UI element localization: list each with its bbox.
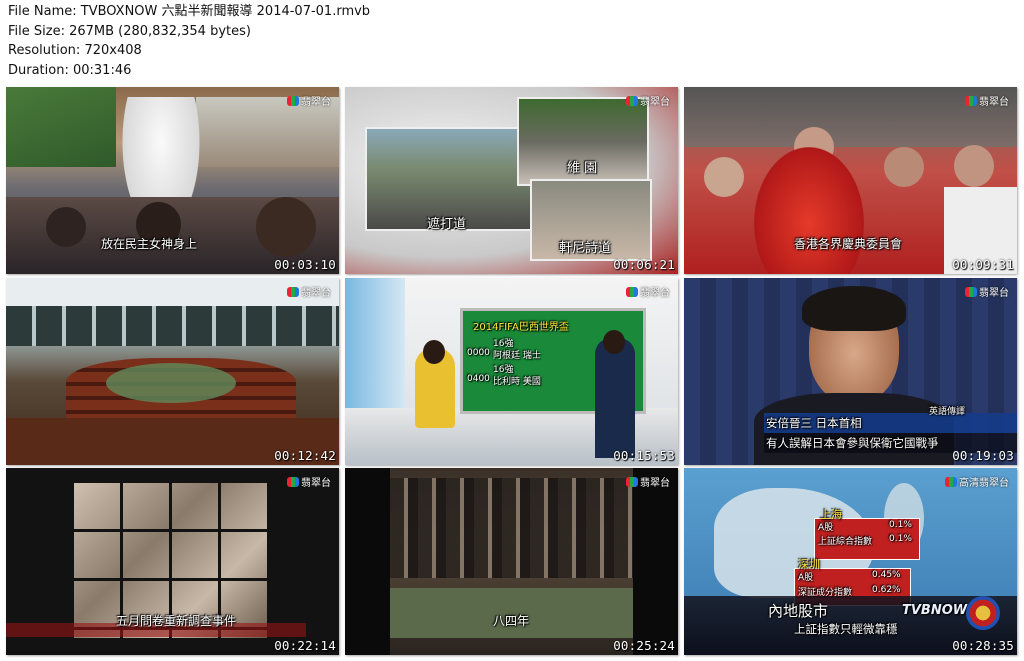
watermark: TVBNOW bbox=[902, 603, 968, 618]
timestamp: 00:12:42 bbox=[274, 448, 336, 463]
screen-title: 2014FIFA巴西世界盃 bbox=[473, 322, 569, 333]
tvb-logo-icon bbox=[945, 476, 957, 487]
screen-row: 阿根廷 瑞士 bbox=[493, 351, 541, 361]
thumbnail-5[interactable]: 2014FIFA巴西世界盃 16強 0000 阿根廷 瑞士 16強 0400 比… bbox=[345, 278, 678, 465]
channel-logo: 翡翠台 bbox=[626, 284, 670, 299]
tvb-logo-icon bbox=[626, 286, 638, 297]
watermark-logo-icon bbox=[966, 596, 1000, 630]
thumbnail-3[interactable]: 翡翠台 香港各界慶典委員會 00:09:31 bbox=[684, 87, 1017, 274]
thumbnail-grid: 翡翠台 放在民主女神身上 00:03:10 翡翠台 維 園 遮打道 軒尼詩道 0… bbox=[0, 0, 1024, 661]
channel-logo: 翡翠台 bbox=[965, 284, 1009, 299]
location-label: 維 園 bbox=[567, 161, 598, 176]
timestamp: 00:22:14 bbox=[274, 638, 336, 653]
tvb-logo-icon bbox=[287, 476, 299, 487]
thumbnail-9[interactable]: 高清翡翠台 上海 A股 0.1% 上証綜合指數 0.1% 深圳 A股 0.45%… bbox=[684, 468, 1017, 655]
market-label: 深証成分指數 bbox=[798, 588, 853, 598]
thumbnail-4[interactable]: 翡翠台 00:12:42 bbox=[6, 278, 339, 465]
name-bar: 安倍晉三 日本首相 bbox=[766, 416, 862, 430]
screen-row: 比利時 美國 bbox=[493, 377, 541, 387]
thumbnail-image bbox=[345, 87, 678, 274]
thumbnail-6[interactable]: 翡翠台 英語傳譯 安倍晉三 日本首相 有人誤解日本會參與保衛它國戰爭 00:19… bbox=[684, 278, 1017, 465]
subtitle: 五月問卷重新調查事件 bbox=[116, 614, 237, 628]
channel-logo: 翡翠台 bbox=[287, 284, 331, 299]
market-value: 0.45% bbox=[872, 570, 901, 580]
channel-logo: 翡翠台 bbox=[287, 93, 331, 108]
thumbnail-7[interactable]: 翡翠台 五月問卷重新調查事件 00:22:14 bbox=[6, 468, 339, 655]
channel-logo: 翡翠台 bbox=[626, 474, 670, 489]
market-value: 0.1% bbox=[889, 520, 912, 530]
tvb-logo-icon bbox=[626, 95, 638, 106]
subtitle: 八四年 bbox=[493, 614, 530, 628]
timestamp: 00:15:53 bbox=[613, 448, 675, 463]
subtitle: 有人誤解日本會參與保衛它國戰爭 bbox=[766, 436, 939, 450]
tvb-logo-icon bbox=[965, 95, 977, 106]
location-label: 軒尼詩道 bbox=[559, 241, 612, 256]
channel-logo: 高清翡翠台 bbox=[945, 474, 1009, 489]
channel-logo: 翡翠台 bbox=[287, 474, 331, 489]
timestamp: 00:28:35 bbox=[952, 638, 1014, 653]
market-label: A股 bbox=[818, 523, 834, 533]
channel-logo: 翡翠台 bbox=[965, 93, 1009, 108]
timestamp: 00:19:03 bbox=[952, 448, 1014, 463]
timestamp: 00:03:10 bbox=[274, 257, 336, 272]
subtitle: 香港各界慶典委員會 bbox=[794, 237, 903, 251]
tvb-logo-icon bbox=[626, 476, 638, 487]
market-label: 上証綜合指數 bbox=[818, 537, 873, 547]
tvb-logo-icon bbox=[287, 95, 299, 106]
segment-title: 內地股市 bbox=[768, 602, 829, 620]
timestamp: 00:25:24 bbox=[613, 638, 675, 653]
subtitle: 上証指數只輕微靠穩 bbox=[794, 622, 898, 636]
interpretation-tag: 英語傳譯 bbox=[929, 407, 966, 417]
thumbnail-8[interactable]: 翡翠台 八四年 00:25:24 bbox=[345, 468, 678, 655]
market-value: 0.1% bbox=[889, 534, 912, 544]
timestamp: 00:09:31 bbox=[952, 257, 1014, 272]
thumbnail-1[interactable]: 翡翠台 放在民主女神身上 00:03:10 bbox=[6, 87, 339, 274]
screen-time: 0000 bbox=[467, 348, 490, 358]
screen-time: 0400 bbox=[467, 374, 490, 384]
channel-logo: 翡翠台 bbox=[626, 93, 670, 108]
thumbnail-2[interactable]: 翡翠台 維 園 遮打道 軒尼詩道 00:06:21 bbox=[345, 87, 678, 274]
subtitle: 放在民主女神身上 bbox=[101, 237, 198, 251]
timestamp: 00:06:21 bbox=[613, 257, 675, 272]
market-label: A股 bbox=[798, 573, 814, 583]
tvb-logo-icon bbox=[287, 286, 299, 297]
thumbnail-image bbox=[6, 278, 339, 465]
market-value: 0.62% bbox=[872, 585, 901, 595]
tvb-logo-icon bbox=[965, 286, 977, 297]
location-label: 遮打道 bbox=[427, 217, 467, 232]
